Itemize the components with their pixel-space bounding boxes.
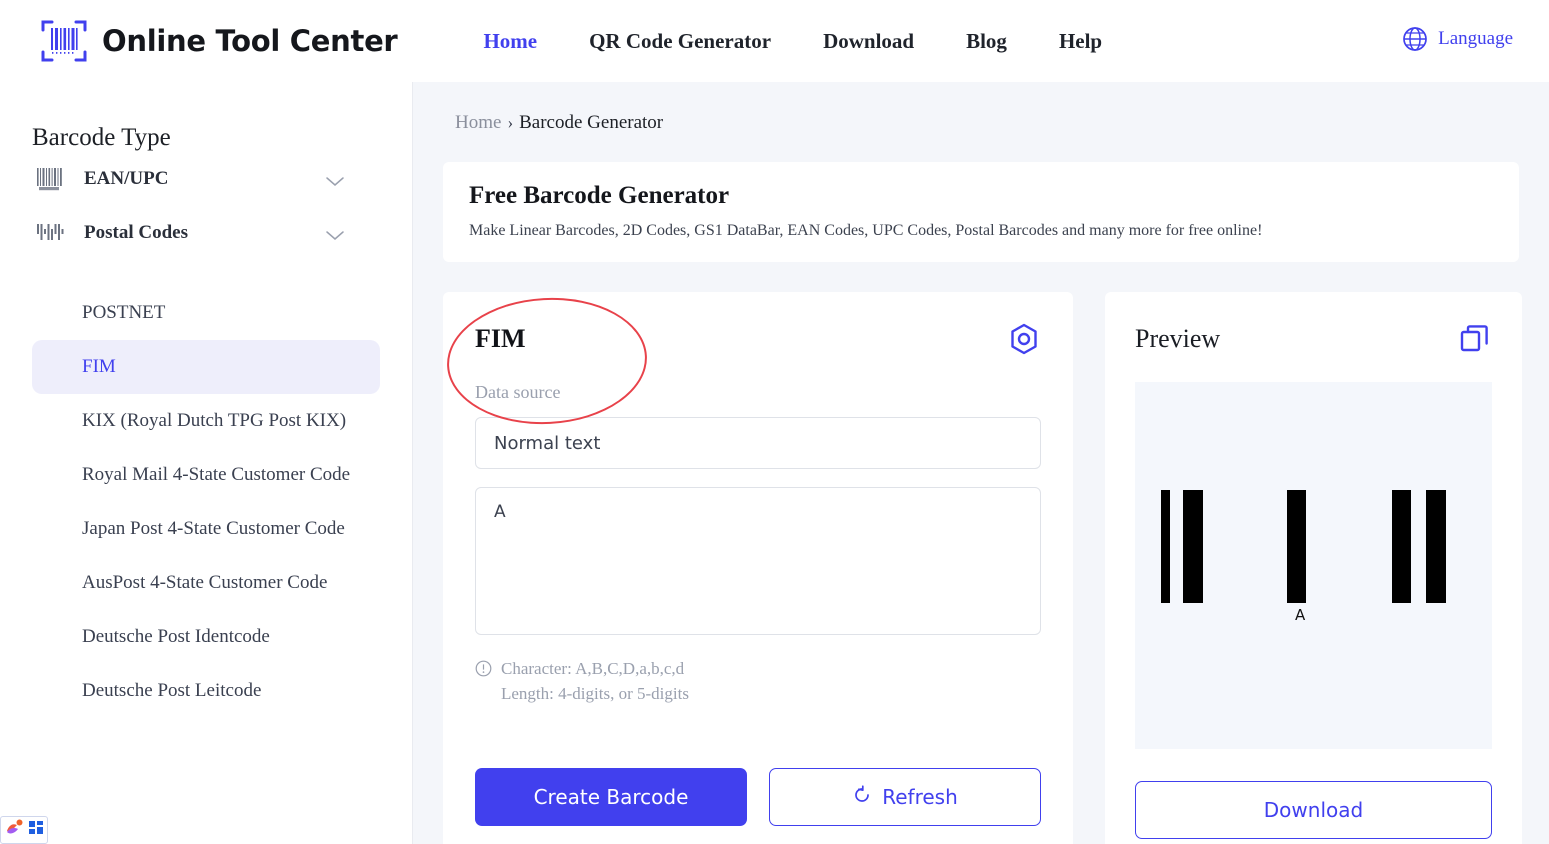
sidebar-title: Barcode Type [32,124,171,151]
preview-title: Preview [1135,324,1221,353]
breadcrumb-home[interactable]: Home [455,112,501,134]
data-source-label: Data source [475,382,561,402]
page-subtitle: Make Linear Barcodes, 2D Codes, GS1 Data… [469,222,1263,239]
download-button[interactable]: Download [1135,781,1492,839]
main-nav: Home QR Code Generator Download Blog Hel… [457,29,1128,54]
sidebar-item-kix[interactable]: KIX (Royal Dutch TPG Post KIX) [32,394,380,448]
language-selector[interactable]: Language [1402,26,1513,52]
extension-logo-icon [5,819,24,841]
barcode-bar [1426,490,1446,603]
preview-card: Preview A Download [1105,292,1522,844]
annotation-ellipse [443,292,651,430]
breadcrumb: Home › Barcode Generator [455,112,1519,134]
sidebar: Barcode Type EAN/UPC Postal Codes POSTNE… [0,82,413,844]
refresh-label: Refresh [882,785,958,810]
barcode-icon [36,166,66,192]
sidebar-group-ean-upc[interactable]: EAN/UPC [24,152,388,206]
preview-card-header: Preview [1135,322,1492,356]
data-source-value: Normal text [494,432,601,454]
generator-card: FIM Data source Normal text A Character:… [443,292,1073,844]
page-banner: Free Barcode Generator Make Linear Barco… [443,162,1519,262]
sidebar-group-label: EAN/UPC [84,168,169,189]
extension-grid-icon [28,820,45,840]
language-label: Language [1438,28,1513,49]
floating-extension-widget[interactable] [0,816,48,844]
info-circle-icon [475,660,492,677]
sidebar-group-postal-codes[interactable]: Postal Codes [24,206,388,260]
barcode-bar [1161,490,1170,603]
logo[interactable]: Online Tool Center [40,17,398,65]
barcode-preview-stage: A [1135,382,1492,749]
site-header: Online Tool Center Home QR Code Generato… [0,0,1549,82]
chevron-down-icon [326,228,344,240]
barcode-image: A [1135,382,1492,749]
barcode-logo-icon [40,17,88,65]
breadcrumb-separator: › [507,113,514,132]
barcode-bar [1183,490,1203,603]
generator-actions: Create Barcode Refresh [475,768,1041,827]
breadcrumb-current: Barcode Generator [519,112,664,133]
refresh-button[interactable]: Refresh [768,768,1041,827]
globe-icon [1402,26,1428,52]
main-content: Home › Barcode Generator Free Barcode Ge… [413,82,1549,844]
sidebar-item-deutsche-post-identcode[interactable]: Deutsche Post Identcode [32,610,380,664]
hint-line-character: Character: A,B,C,D,a,b,c,d [501,659,685,678]
sidebar-item-postnet[interactable]: POSTNET [32,286,380,340]
page-title: Free Barcode Generator [469,182,730,209]
brand-name: Online Tool Center [102,24,398,58]
generator-title: FIM [475,324,526,353]
generator-card-header: FIM [475,322,1041,356]
barcode-text-label: A [1295,606,1306,624]
sidebar-item-fim[interactable]: FIM [32,340,380,394]
nav-link-help[interactable]: Help [1033,29,1128,54]
postal-barcode-icon [36,220,66,246]
chevron-down-icon [326,174,344,186]
barcode-data-value: A [494,502,506,522]
copy-icon[interactable] [1458,322,1492,356]
page-body: Barcode Type EAN/UPC Postal Codes POSTNE… [0,82,1549,844]
nav-link-blog[interactable]: Blog [940,29,1033,54]
hint-line-length: Length: 4-digits, or 5-digits [501,683,689,703]
sidebar-item-deutsche-post-leitcode[interactable]: Deutsche Post Leitcode [32,664,380,718]
create-barcode-button[interactable]: Create Barcode [475,768,747,827]
nav-link-download[interactable]: Download [797,29,940,54]
refresh-icon [852,785,872,810]
nav-link-home[interactable]: Home [457,29,563,54]
settings-hexagon-icon[interactable] [1007,322,1041,356]
panels: FIM Data source Normal text A Character:… [443,292,1522,844]
sidebar-group-label: Postal Codes [84,222,188,243]
barcode-bar [1392,490,1411,603]
sidebar-item-royal-mail-4-state[interactable]: Royal Mail 4-State Customer Code [32,448,380,502]
input-hint: Character: A,B,C,D,a,b,c,d Length: 4-dig… [475,657,1041,706]
data-source-select[interactable]: Normal text [475,417,1041,469]
barcode-bar [1287,490,1306,603]
barcode-data-input[interactable]: A [475,487,1041,635]
sidebar-item-auspost-4-state[interactable]: AusPost 4-State Customer Code [32,556,380,610]
sidebar-item-japan-post-4-state[interactable]: Japan Post 4-State Customer Code [32,502,380,556]
create-barcode-label: Create Barcode [533,785,689,810]
nav-link-qr-code-generator[interactable]: QR Code Generator [563,29,797,54]
download-label: Download [1263,798,1364,822]
